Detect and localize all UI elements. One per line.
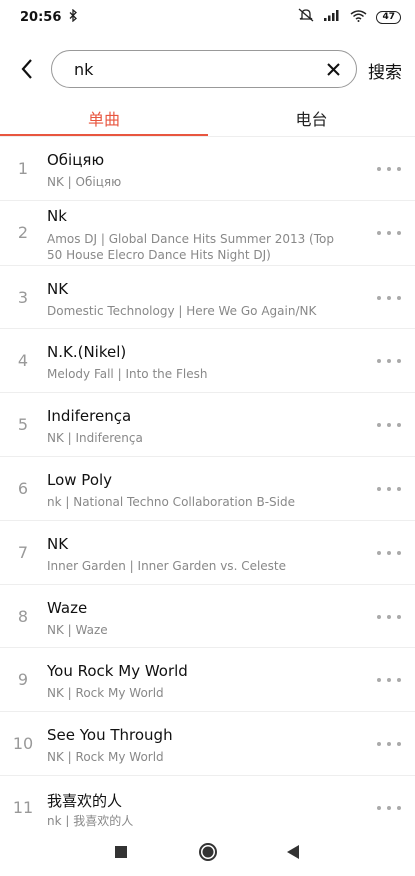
- song-row[interactable]: 7 NK Inner Garden | Inner Garden vs. Cel…: [0, 521, 415, 585]
- song-subtitle: Melody Fall | Into the Flesh: [47, 367, 208, 382]
- song-subtitle: NK | Indiferença: [47, 431, 143, 446]
- song-subtitle: nk | National Techno Collaboration B-Sid…: [47, 494, 295, 509]
- song-index: 6: [17, 478, 29, 498]
- song-list: 1 Обіцяю NK | Обіцяю 2 Nk Amos DJ | Glob…: [0, 137, 415, 827]
- more-options-button[interactable]: [377, 804, 401, 812]
- song-row[interactable]: 4 N.K.(Nikel) Melody Fall | Into the Fle…: [0, 329, 415, 394]
- home-button[interactable]: [197, 841, 219, 863]
- more-options-button[interactable]: [377, 740, 401, 748]
- song-subtitle: Amos DJ | Global Dance Hits Summer 2013 …: [47, 231, 334, 262]
- song-title: See You Through: [47, 726, 173, 745]
- square-icon: [115, 846, 127, 858]
- tab-radio[interactable]: 电台: [208, 106, 415, 130]
- song-index: 2: [17, 222, 29, 242]
- more-options-button[interactable]: [377, 421, 401, 429]
- song-index: 7: [17, 542, 29, 562]
- song-row[interactable]: 2 Nk Amos DJ | Global Dance Hits Summer …: [0, 201, 415, 266]
- song-subtitle: NK | Rock My World: [47, 686, 164, 701]
- song-subtitle: nk | 我喜欢的人: [47, 813, 134, 827]
- song-subtitle: Domestic Technology | Here We Go Again/N…: [47, 303, 317, 318]
- back-arrow-icon: [21, 59, 32, 79]
- song-row[interactable]: 6 Low Poly nk | National Techno Collabor…: [0, 457, 415, 521]
- back-nav-button[interactable]: [282, 841, 304, 863]
- wifi-icon: [350, 9, 367, 26]
- song-row[interactable]: 10 See You Through NK | Rock My World: [0, 712, 415, 776]
- song-title: You Rock My World: [47, 662, 188, 681]
- more-options-button[interactable]: [377, 549, 401, 557]
- song-title: Nk: [47, 206, 67, 225]
- song-row[interactable]: 11 我喜欢的人 nk | 我喜欢的人: [0, 776, 415, 827]
- tab-bar: 单曲 电台: [0, 100, 415, 137]
- song-title: NK: [47, 534, 69, 553]
- clear-search-button[interactable]: [322, 58, 344, 80]
- song-subtitle: NK | Rock My World: [47, 750, 164, 765]
- close-icon: [326, 62, 340, 76]
- song-index: 5: [17, 415, 29, 435]
- triangle-back-icon: [287, 845, 299, 859]
- song-row[interactable]: 1 Обіцяю NK | Обіцяю: [0, 137, 415, 201]
- active-tab-indicator: [0, 134, 208, 136]
- circle-icon: [199, 843, 217, 861]
- more-options-button[interactable]: [377, 485, 401, 493]
- mute-notifications-icon: [298, 8, 314, 26]
- song-title: Indiferença: [47, 407, 132, 426]
- song-title: Waze: [47, 598, 88, 617]
- song-title: Low Poly: [47, 470, 113, 489]
- signal-icon: [323, 9, 341, 25]
- search-button[interactable]: 搜索: [368, 58, 402, 83]
- song-title: Обіцяю: [47, 151, 105, 169]
- song-title: NK: [47, 279, 69, 298]
- more-options-button[interactable]: [377, 357, 401, 365]
- song-row[interactable]: 5 Indiferença NK | Indiferença: [0, 393, 415, 457]
- search-box[interactable]: [51, 50, 357, 88]
- song-index: 3: [17, 287, 29, 307]
- more-options-button[interactable]: [377, 229, 401, 237]
- song-subtitle: NK | Обіцяю: [47, 175, 122, 189]
- search-input[interactable]: [74, 59, 322, 79]
- song-index: 8: [17, 606, 29, 626]
- song-index: 9: [17, 670, 29, 690]
- song-subtitle: Inner Garden | Inner Garden vs. Celeste: [47, 558, 287, 573]
- song-index: 1: [17, 159, 29, 178]
- more-options-button[interactable]: [377, 294, 401, 302]
- song-row[interactable]: 3 NK Domestic Technology | Here We Go Ag…: [0, 266, 415, 330]
- song-title: 我喜欢的人: [47, 791, 123, 810]
- song-subtitle: NK | Waze: [47, 622, 108, 637]
- more-options-button[interactable]: [377, 676, 401, 684]
- back-button[interactable]: [12, 54, 42, 84]
- tab-songs[interactable]: 单曲: [0, 106, 208, 130]
- status-time: 20:56: [20, 9, 62, 25]
- more-options-button[interactable]: [377, 165, 401, 173]
- song-row[interactable]: 9 You Rock My World NK | Rock My World: [0, 648, 415, 713]
- song-index: 11: [12, 797, 34, 817]
- song-title: N.K.(Nikel): [47, 343, 127, 362]
- status-bar: 20:56 47: [0, 0, 415, 34]
- more-options-button[interactable]: [377, 613, 401, 621]
- song-index: 10: [12, 734, 34, 754]
- song-row[interactable]: 8 Waze NK | Waze: [0, 585, 415, 649]
- bluetooth-icon: [69, 8, 78, 26]
- search-header: 搜索: [0, 48, 415, 90]
- battery-icon: 47: [376, 10, 401, 24]
- song-index: 4: [17, 351, 29, 371]
- navigation-bar: [0, 827, 415, 876]
- recents-button[interactable]: [110, 841, 132, 863]
